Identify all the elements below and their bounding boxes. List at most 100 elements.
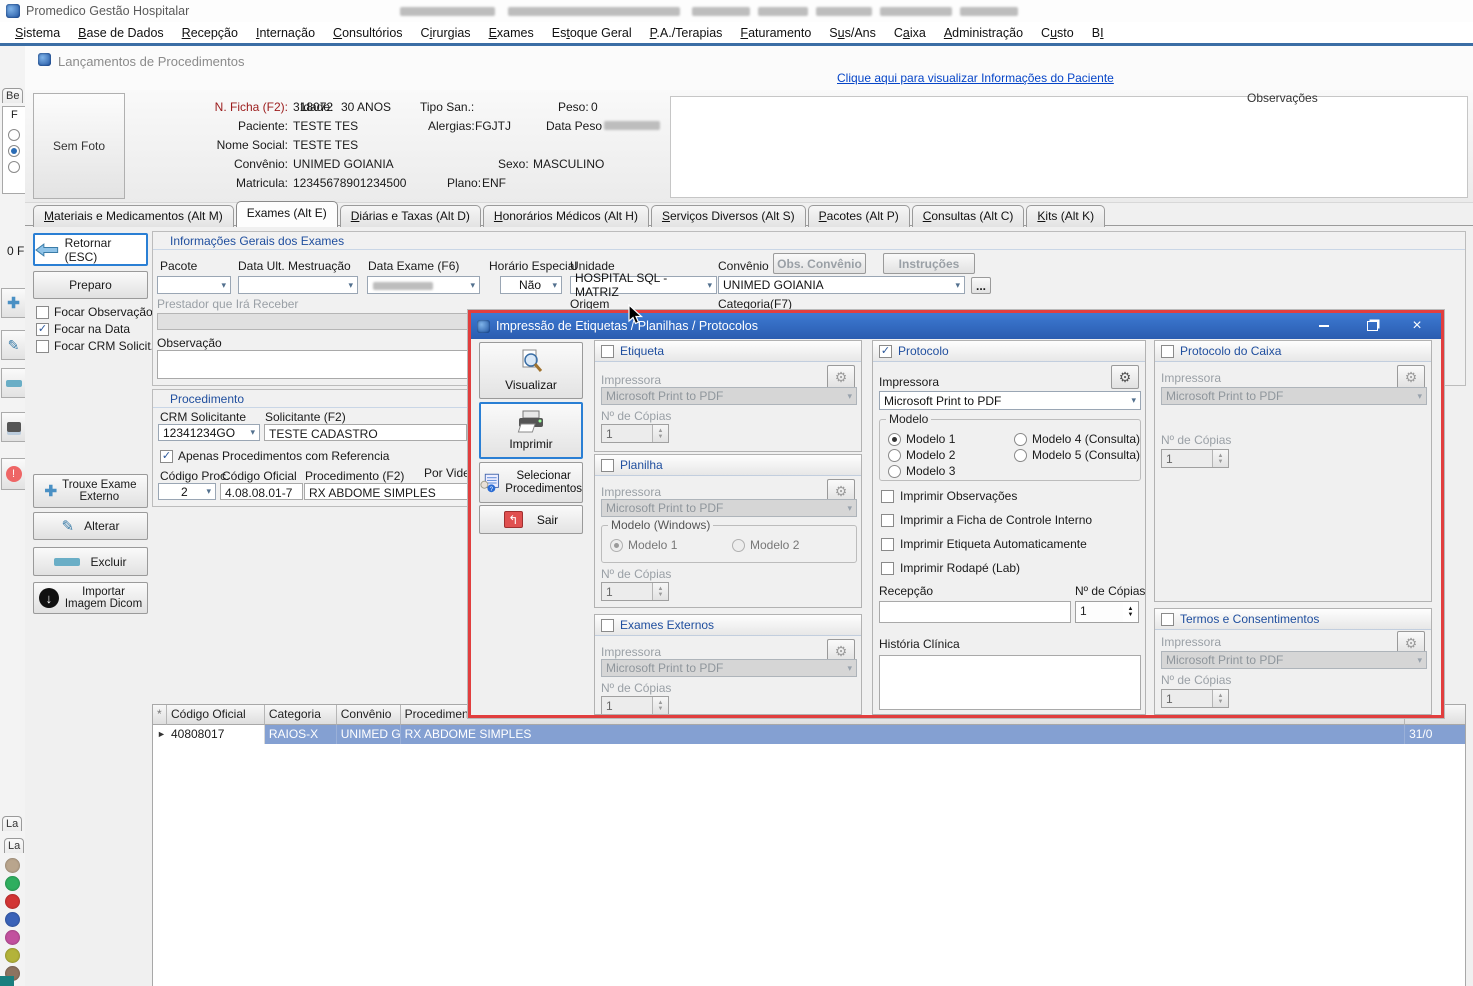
menu-item[interactable]: BI	[1083, 24, 1113, 42]
convenio-combo[interactable]: UNIMED GOIANIA▾	[718, 276, 965, 294]
menu-item[interactable]: Recepção	[173, 24, 247, 42]
alterar-button[interactable]: ✎ Alterar	[33, 512, 148, 540]
data-exame-combo[interactable]: ▾	[367, 276, 480, 294]
tab-consultas-alt-c[interactable]: Consultas (Alt C)	[912, 205, 1025, 227]
selecionar-procedimentos-button[interactable]: ? SelecionarProcedimentos	[479, 462, 583, 503]
excluir-button[interactable]: Excluir	[33, 547, 148, 576]
patient-info-link[interactable]: Clique aqui para visualizar Informações …	[837, 71, 1114, 85]
background-tab[interactable]: La	[4, 838, 24, 853]
planilha-modelo1-radio[interactable]: Modelo 1	[610, 538, 677, 552]
background-tab[interactable]: La	[2, 816, 22, 831]
protocolo-modelo-radio[interactable]: Modelo 4 (Consulta)	[1014, 432, 1140, 446]
etiqueta-settings-button[interactable]: ⚙	[827, 365, 855, 389]
procedimentos-grid[interactable]: * Código Oficial Categoria Convênio Proc…	[152, 704, 1466, 986]
grid-cell-categoria[interactable]: RAIOS-X	[265, 725, 337, 744]
recepcao-input[interactable]	[879, 601, 1071, 623]
menu-item[interactable]: Exames	[480, 24, 543, 42]
protocolo-modelo-radio[interactable]: Modelo 3	[888, 464, 955, 478]
protocolo-caixa-header[interactable]: Protocolo do Caixa	[1155, 341, 1431, 362]
menu-item[interactable]: Consultórios	[324, 24, 411, 42]
protocolo-settings-button[interactable]: ⚙	[1111, 365, 1139, 389]
protocolo-impressora-combo[interactable]: Microsoft Print to PDF▾	[879, 391, 1141, 410]
radio-button[interactable]	[8, 161, 20, 173]
cod-proc-combo[interactable]: 2▾	[158, 483, 216, 500]
apenas-ref-checkbox[interactable]: Apenas Procedimentos com Referencia	[160, 449, 389, 463]
protocolo-modelo-radio[interactable]: Modelo 5 (Consulta)	[1014, 448, 1140, 462]
protocolo-copias-spinner[interactable]: 1▲▼	[1075, 601, 1139, 623]
grid-header[interactable]: Categoria	[265, 705, 337, 725]
obs-convenio-button[interactable]: Obs. Convênio	[773, 253, 866, 274]
checkbox-icon[interactable]	[601, 345, 614, 358]
cod-oficial-field[interactable]: 4.08.08.01-7	[220, 483, 303, 500]
background-print-button[interactable]	[1, 412, 26, 442]
menu-item[interactable]: Faturamento	[731, 24, 820, 42]
menu-item[interactable]: Custo	[1032, 24, 1083, 42]
horario-especial-combo[interactable]: Não▾	[500, 276, 562, 294]
tab-exames-alt-e[interactable]: Exames (Alt E)	[236, 201, 338, 227]
tab-servi-os-diversos-alt-s[interactable]: Serviços Diversos (Alt S)	[651, 205, 806, 227]
convenio-more-button[interactable]: ...	[971, 277, 991, 294]
background-app-icon[interactable]	[5, 858, 20, 873]
importar-dicom-button[interactable]: ↓ ImportarImagem Dicom	[33, 582, 148, 614]
pacote-combo[interactable]: ▾	[157, 276, 231, 294]
grid-cell-convenio[interactable]: UNIMED GOIANIA	[337, 725, 401, 744]
unidade-combo[interactable]: HOSPITAL SQL - MATRIZ▾	[570, 276, 717, 294]
menu-item[interactable]: Sistema	[6, 24, 69, 42]
grid-cell-data[interactable]: 31/0	[1405, 725, 1465, 744]
preparo-button[interactable]: Preparo	[33, 271, 148, 299]
protocolo-modelo-radio[interactable]: Modelo 2	[888, 448, 955, 462]
instrucoes-button[interactable]: Instruções	[883, 253, 975, 274]
background-app-icon[interactable]	[5, 912, 20, 927]
trouxe-exame-button[interactable]: ✚ Trouxe ExameExterno	[33, 474, 148, 508]
tab-materiais-e-medicamentos-alt-m[interactable]: Materiais e Medicamentos (Alt M)	[33, 205, 234, 227]
close-button[interactable]: ×	[1401, 313, 1433, 339]
background-delete-button[interactable]	[1, 368, 26, 398]
protocolo-option-checkbox[interactable]: Imprimir Observações	[881, 489, 1092, 503]
background-alert-button[interactable]: !	[1, 458, 26, 490]
minimize-button[interactable]	[1309, 313, 1339, 339]
background-app-icon[interactable]	[5, 948, 20, 963]
menu-item[interactable]: Base de Dados	[69, 24, 172, 42]
retornar-button[interactable]: Retornar (ESC)	[33, 233, 148, 266]
solicitante-field[interactable]: TESTE CADASTRO	[264, 424, 467, 441]
grid-header[interactable]: Código Oficial	[167, 705, 265, 725]
data-ult-combo[interactable]: ▾	[238, 276, 358, 294]
background-app-icon[interactable]	[5, 876, 20, 891]
protocolo-option-checkbox[interactable]: Imprimir Etiqueta Automaticamente	[881, 537, 1092, 551]
menu-item[interactable]: P.A./Terapias	[641, 24, 732, 42]
menu-item[interactable]: Internação	[247, 24, 324, 42]
radio-button[interactable]	[8, 145, 20, 157]
background-app-icon[interactable]	[5, 894, 20, 909]
background-add-button[interactable]: ✚	[1, 288, 26, 318]
termos-header[interactable]: Termos e Consentimentos	[1155, 609, 1431, 630]
etiqueta-header[interactable]: Etiqueta	[595, 341, 861, 362]
dialog-title-bar[interactable]: Impressão de Etiquetas / Planilhas / Pro…	[471, 313, 1441, 339]
tab-di-rias-e-taxas-alt-d[interactable]: Diárias e Taxas (Alt D)	[340, 205, 481, 227]
grid-header[interactable]: Convênio	[337, 705, 401, 725]
historia-clinica-textarea[interactable]	[879, 655, 1141, 710]
focar-crm-checkbox[interactable]: Focar CRM Solicit.	[36, 339, 154, 353]
crm-combo[interactable]: 12341234GO▾	[158, 424, 260, 441]
protocolo-option-checkbox[interactable]: Imprimir a Ficha de Controle Interno	[881, 513, 1092, 527]
observacoes-panel[interactable]	[670, 96, 1468, 198]
checkbox-icon[interactable]	[1161, 345, 1174, 358]
planilha-modelo2-radio[interactable]: Modelo 2	[732, 538, 799, 552]
menu-item[interactable]: Estoque Geral	[543, 24, 641, 42]
protocolo-header[interactable]: Protocolo	[873, 341, 1145, 362]
grid-row[interactable]: ► 40808017 RAIOS-X UNIMED GOIANIA RX ABD…	[153, 725, 1465, 744]
checkbox-checked-icon[interactable]	[879, 345, 892, 358]
sair-button[interactable]: ↰ Sair	[479, 505, 583, 534]
protocolo-caixa-settings-button[interactable]: ⚙	[1397, 365, 1425, 389]
imprimir-button[interactable]: Imprimir	[479, 402, 583, 459]
protocolo-option-checkbox[interactable]: Imprimir Rodapé (Lab)	[881, 561, 1092, 575]
spinner-arrows-icon[interactable]: ▲▼	[1123, 602, 1138, 622]
checkbox-icon[interactable]	[601, 619, 614, 632]
focar-observacao-checkbox[interactable]: Focar Observação	[36, 305, 153, 319]
menu-item[interactable]: Caixa	[885, 24, 935, 42]
grid-cell-codigo[interactable]: 40808017	[167, 725, 265, 744]
tab-pacotes-alt-p[interactable]: Pacotes (Alt P)	[808, 205, 910, 227]
checkbox-icon[interactable]	[1161, 613, 1174, 626]
maximize-button[interactable]	[1357, 313, 1387, 339]
tab-honor-rios-m-dicos-alt-h[interactable]: Honorários Médicos (Alt H)	[483, 205, 649, 227]
checkbox-icon[interactable]	[601, 459, 614, 472]
